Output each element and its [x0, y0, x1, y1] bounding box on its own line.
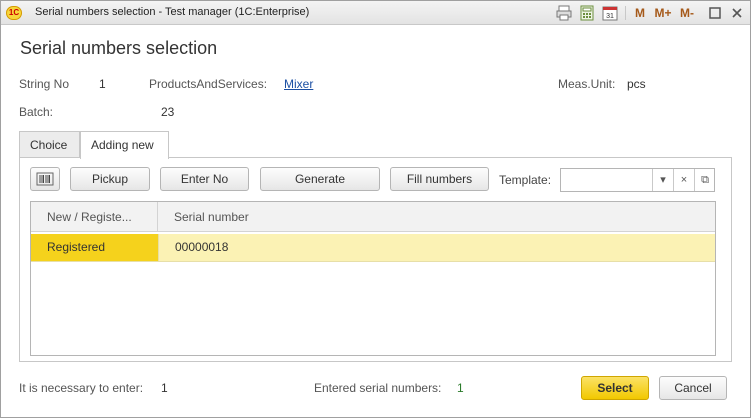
title-bar: 1С Serial numbers selection - Test manag… [1, 1, 750, 25]
meas-unit-label: Meas.Unit: [558, 77, 616, 91]
batch-label: Batch: [19, 105, 54, 119]
table-header: New / Registe... Serial number [31, 202, 715, 232]
titlebar-separator [625, 6, 626, 20]
string-no-value: 1 [99, 77, 106, 91]
clear-icon[interactable]: × [673, 169, 694, 191]
tab-choice[interactable]: Choice [19, 131, 80, 158]
need-label: It is necessary to enter: [19, 381, 144, 395]
serial-cell[interactable]: 00000018 [158, 234, 715, 261]
print-icon[interactable] [556, 5, 572, 21]
window-title: Serial numbers selection - Test manager … [35, 6, 310, 18]
need-value: 1 [161, 381, 168, 395]
close-icon[interactable] [729, 5, 745, 21]
serial-numbers-table[interactable]: New / Registe... Serial number Registere… [30, 201, 716, 356]
svg-text:31: 31 [606, 13, 614, 20]
memory-minus-button[interactable]: M- [677, 5, 697, 21]
calendar-icon[interactable]: 31 [602, 5, 618, 21]
pickup-button[interactable]: Pickup [70, 167, 150, 191]
meas-unit-value: pcs [627, 77, 646, 91]
fill-numbers-button[interactable]: Fill numbers [390, 167, 489, 191]
generate-button[interactable]: Generate [260, 167, 380, 191]
barcode-icon [36, 172, 54, 186]
entered-label: Entered serial numbers: [314, 381, 442, 395]
tab-adding-new[interactable]: Adding new [80, 131, 169, 159]
products-link[interactable]: Mixer [284, 77, 313, 91]
status-cell[interactable]: Registered [31, 234, 158, 261]
app-logo: 1С [6, 6, 22, 20]
open-icon[interactable]: ⧉ [694, 169, 715, 191]
table-row[interactable]: Registered 00000018 [31, 234, 715, 262]
products-label: ProductsAndServices: [149, 77, 268, 91]
column-header-serial[interactable]: Serial number [158, 202, 715, 232]
memory-plus-button[interactable]: M+ [653, 5, 673, 21]
memory-button[interactable]: M [633, 5, 647, 21]
template-label: Template: [499, 173, 552, 187]
dropdown-icon[interactable]: ▾ [652, 169, 673, 191]
calculator-icon[interactable] [579, 5, 595, 21]
batch-value: 23 [161, 105, 175, 119]
barcode-button[interactable] [30, 167, 60, 191]
column-header-status[interactable]: New / Registe... [31, 202, 158, 232]
cancel-button[interactable]: Cancel [659, 376, 727, 400]
string-no-label: String No [19, 77, 70, 91]
maximize-icon[interactable] [707, 5, 723, 21]
dialog-window: 1С Serial numbers selection - Test manag… [0, 0, 751, 418]
page-title: Serial numbers selection [20, 38, 218, 58]
entered-value: 1 [457, 381, 464, 395]
enter-no-button[interactable]: Enter No [160, 167, 249, 191]
template-field[interactable]: ▾ × ⧉ [560, 168, 715, 192]
select-button[interactable]: Select [581, 376, 649, 400]
